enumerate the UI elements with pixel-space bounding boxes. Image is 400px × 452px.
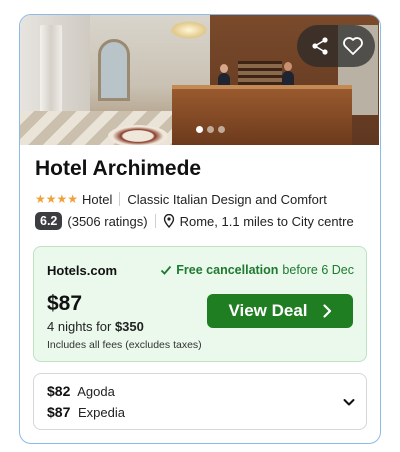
offer-provider: Expedia <box>77 405 125 420</box>
hotel-rating-location: 6.2 (3506 ratings) Rome, 1.1 miles to Ci… <box>35 212 354 230</box>
view-deal-button[interactable]: View Deal <box>207 294 353 328</box>
free-cancellation: Free cancellation before 6 Dec <box>160 263 354 277</box>
divider <box>119 192 121 206</box>
offer-row[interactable]: $87 Expedia <box>47 404 125 420</box>
chevron-down-icon[interactable] <box>342 395 356 409</box>
heart-icon[interactable] <box>339 32 367 60</box>
total-price: $350 <box>114 319 144 334</box>
hotel-type: Hotel <box>82 191 113 207</box>
offer-provider: Agoda <box>77 384 115 399</box>
nights-summary: 4 nights for $350 <box>47 319 144 334</box>
hotel-card[interactable]: Hotel Archimede ★★★★ Hotel Classic Itali… <box>19 14 381 444</box>
carousel-dot[interactable] <box>196 126 203 133</box>
offer-price: $82 <box>47 383 71 399</box>
photo-archway <box>98 39 130 101</box>
divider <box>154 214 156 228</box>
check-icon <box>161 265 172 275</box>
photo-chandelier <box>170 21 208 39</box>
hotel-meta: ★★★★ Hotel Classic Italian Design and Co… <box>35 191 327 207</box>
rating-count: (3506 ratings) <box>67 213 148 229</box>
photo-actions <box>297 25 375 67</box>
hotel-name[interactable]: Hotel Archimede <box>35 157 201 181</box>
chevron-right-icon <box>322 304 331 318</box>
other-offers[interactable]: $82 Agoda $87 Expedia <box>33 373 367 430</box>
photo-reception-desk <box>172 85 352 145</box>
offer-price: $87 <box>47 404 71 420</box>
cancellation-detail: before 6 Dec <box>282 263 354 277</box>
deal-price: $87 <box>47 292 83 315</box>
cancellation-label: Free cancellation <box>176 263 279 277</box>
location-pin-icon <box>163 214 174 228</box>
rating-score-badge: 6.2 <box>35 212 63 230</box>
deal-provider: Hotels.com <box>47 263 118 278</box>
carousel-dots <box>196 126 225 133</box>
hotel-photo[interactable] <box>20 15 379 145</box>
carousel-dot[interactable] <box>218 126 225 133</box>
star-rating: ★★★★ <box>35 192 79 206</box>
nights-text: 4 nights for <box>47 319 112 334</box>
hotel-location: Rome, 1.1 miles to City centre <box>179 213 354 229</box>
featured-deal[interactable]: Hotels.com Free cancellation before 6 De… <box>33 246 367 362</box>
carousel-dot[interactable] <box>207 126 214 133</box>
share-icon[interactable] <box>306 32 334 60</box>
hotel-tagline: Classic Italian Design and Comfort <box>127 191 327 207</box>
fees-note: Includes all fees (excludes taxes) <box>47 339 202 351</box>
photo-floor-medallion <box>108 125 168 145</box>
offer-row[interactable]: $82 Agoda <box>47 383 115 399</box>
view-deal-label: View Deal <box>228 301 308 320</box>
